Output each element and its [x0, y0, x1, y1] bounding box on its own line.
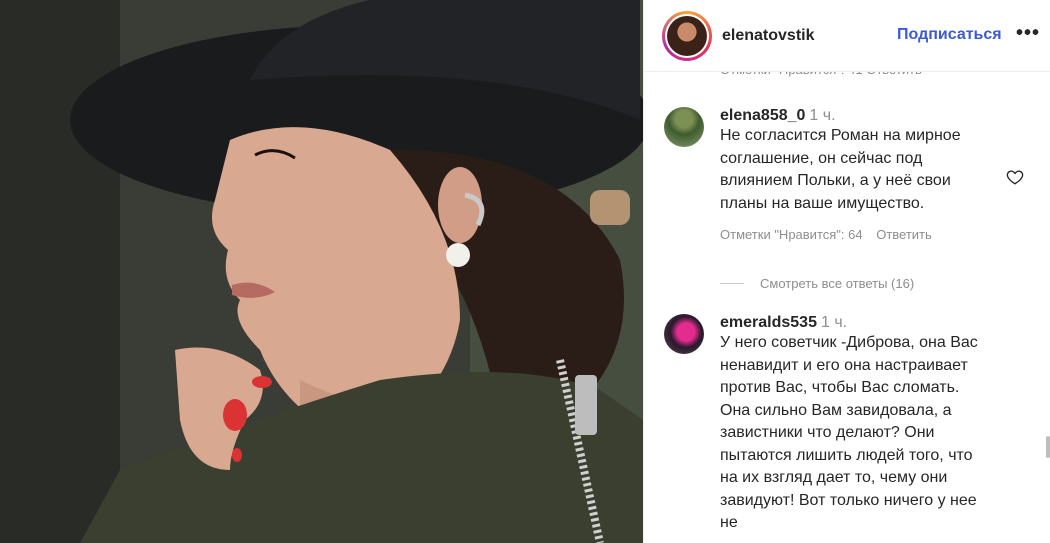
comment-avatar[interactable]: [664, 314, 704, 354]
comment-avatar[interactable]: [664, 107, 704, 147]
comment-meta: Отметки "Нравится": 64 Ответить: [720, 227, 990, 242]
comment-body: elena858_0 1 ч. Не согласится Роман на ми…: [720, 107, 990, 242]
comment-time[interactable]: 1 ч.: [821, 314, 847, 331]
photo-illustration: [0, 0, 643, 543]
comment-username[interactable]: elena858_0: [720, 107, 805, 124]
view-replies-button[interactable]: Смотреть все ответы (16): [720, 276, 914, 291]
follow-button[interactable]: Подписаться: [897, 26, 1002, 44]
view-replies-label: Смотреть все ответы (16): [760, 276, 915, 291]
comment-time[interactable]: 1 ч.: [809, 107, 835, 124]
post-username[interactable]: elenatovstik: [722, 27, 814, 45]
post-view: elenatovstik Подписаться ••• Отметки "Нр…: [0, 0, 1050, 543]
comment-header: elena858_0 1 ч.: [720, 107, 990, 125]
avatar-story-ring[interactable]: [662, 10, 712, 61]
comment-username[interactable]: emeralds535: [720, 314, 817, 331]
replies-divider-line: [720, 283, 744, 284]
post-header: elenatovstik Подписаться •••: [644, 0, 1050, 72]
comment-text: У него советчик -Диброва, она Вас ненави…: [720, 334, 978, 531]
post-photo: [0, 0, 643, 543]
heart-icon[interactable]: [1006, 168, 1024, 186]
avatar: [667, 15, 707, 56]
comment-likes[interactable]: Отметки "Нравится": 64: [720, 227, 863, 242]
comment-body: emeralds535 1 ч. У него советчик -Диброва…: [720, 314, 990, 535]
comment-header: emeralds535 1 ч.: [720, 314, 990, 332]
scrollbar[interactable]: [1046, 436, 1050, 458]
more-options-icon[interactable]: •••: [1016, 22, 1040, 45]
comments-panel: elenatovstik Подписаться ••• Отметки "Нр…: [643, 0, 1050, 543]
avatar-ring-inner: [665, 13, 709, 58]
comment-text: Не согласится Роман на мирное соглашение…: [720, 127, 961, 212]
reply-button[interactable]: Ответить: [876, 227, 932, 242]
